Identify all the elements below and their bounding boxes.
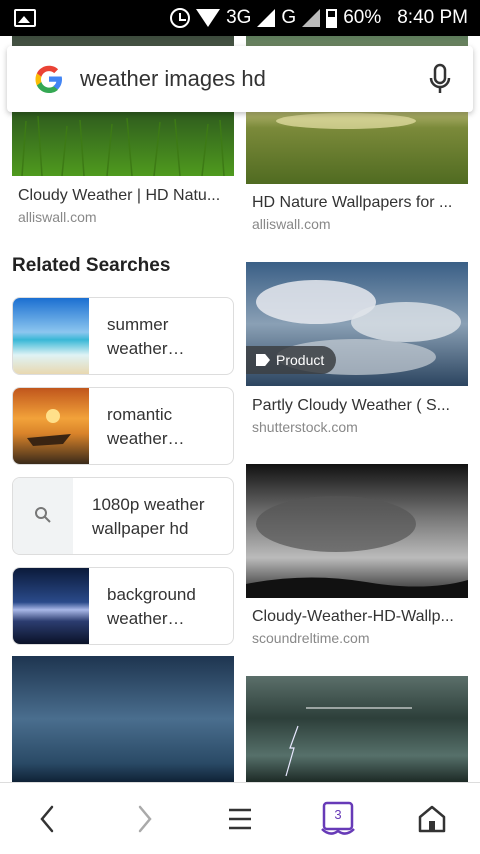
- tabs-button[interactable]: 3: [318, 799, 358, 839]
- product-badge: Product: [246, 346, 337, 374]
- search-icon: [35, 507, 51, 523]
- search-query[interactable]: weather images hd: [80, 66, 266, 92]
- microphone-icon[interactable]: [427, 63, 453, 95]
- network-type-2: G: [281, 7, 297, 28]
- forward-arrow-icon[interactable]: [126, 801, 162, 837]
- result-source-3: shutterstock.com: [252, 419, 358, 435]
- signal-1-icon: [257, 9, 276, 27]
- results-area: Cloudy Weather | HD Natu... alliswall.co…: [0, 36, 480, 782]
- result-source-2: alliswall.com: [252, 216, 331, 232]
- result-source-4: scoundreltime.com: [252, 630, 370, 646]
- signal-2-icon: [302, 9, 321, 27]
- result-title-1[interactable]: Cloudy Weather | HD Natu...: [18, 187, 230, 205]
- menu-icon[interactable]: [222, 801, 258, 837]
- related-label-romantic: romantic weather…: [107, 405, 185, 448]
- wifi-icon: [196, 9, 221, 27]
- related-thumb-summer: [13, 298, 89, 374]
- tag-icon: [256, 354, 270, 366]
- google-logo-icon: [35, 65, 62, 93]
- result-title-4[interactable]: Cloudy-Weather-HD-Wallp...: [252, 608, 464, 626]
- tabs-count: 3: [334, 807, 342, 822]
- alarm-icon: [170, 8, 191, 28]
- related-label-summer: summer weather…: [107, 315, 185, 358]
- home-icon[interactable]: [414, 801, 450, 837]
- related-thumb-background: [13, 568, 89, 644]
- related-item-background[interactable]: background weather…: [12, 567, 234, 645]
- result-title-2[interactable]: HD Nature Wallpapers for ...: [252, 194, 464, 212]
- status-bar: 3G G 60% 8:40 PM: [0, 0, 480, 36]
- result-source-1: alliswall.com: [18, 209, 97, 225]
- result-image-3[interactable]: Product: [246, 262, 468, 386]
- network-type-1: 3G: [226, 7, 252, 28]
- bottom-navigation: 3: [0, 782, 480, 854]
- related-search-box: [13, 478, 73, 554]
- related-label-background: background weather…: [107, 585, 196, 628]
- back-arrow-icon[interactable]: [30, 801, 66, 837]
- related-searches-heading: Related Searches: [12, 255, 171, 276]
- result-title-3[interactable]: Partly Cloudy Weather ( S...: [252, 397, 464, 415]
- image-notification-icon: [14, 9, 36, 27]
- result-image-6[interactable]: [246, 676, 468, 782]
- related-label-1080p: 1080p weather wallpaper hd: [92, 495, 205, 538]
- battery-icon: [326, 8, 338, 28]
- result-image-4[interactable]: [246, 464, 468, 598]
- battery-level: 60%: [343, 7, 382, 28]
- result-image-5[interactable]: [12, 656, 234, 782]
- search-bar[interactable]: weather images hd: [7, 46, 473, 112]
- related-item-romantic[interactable]: romantic weather…: [12, 387, 234, 465]
- clock-time: 8:40 PM: [397, 7, 468, 28]
- related-item-1080p[interactable]: 1080p weather wallpaper hd: [12, 477, 234, 555]
- product-badge-label: Product: [276, 352, 325, 368]
- related-thumb-romantic: [13, 388, 89, 464]
- related-item-summer[interactable]: summer weather…: [12, 297, 234, 375]
